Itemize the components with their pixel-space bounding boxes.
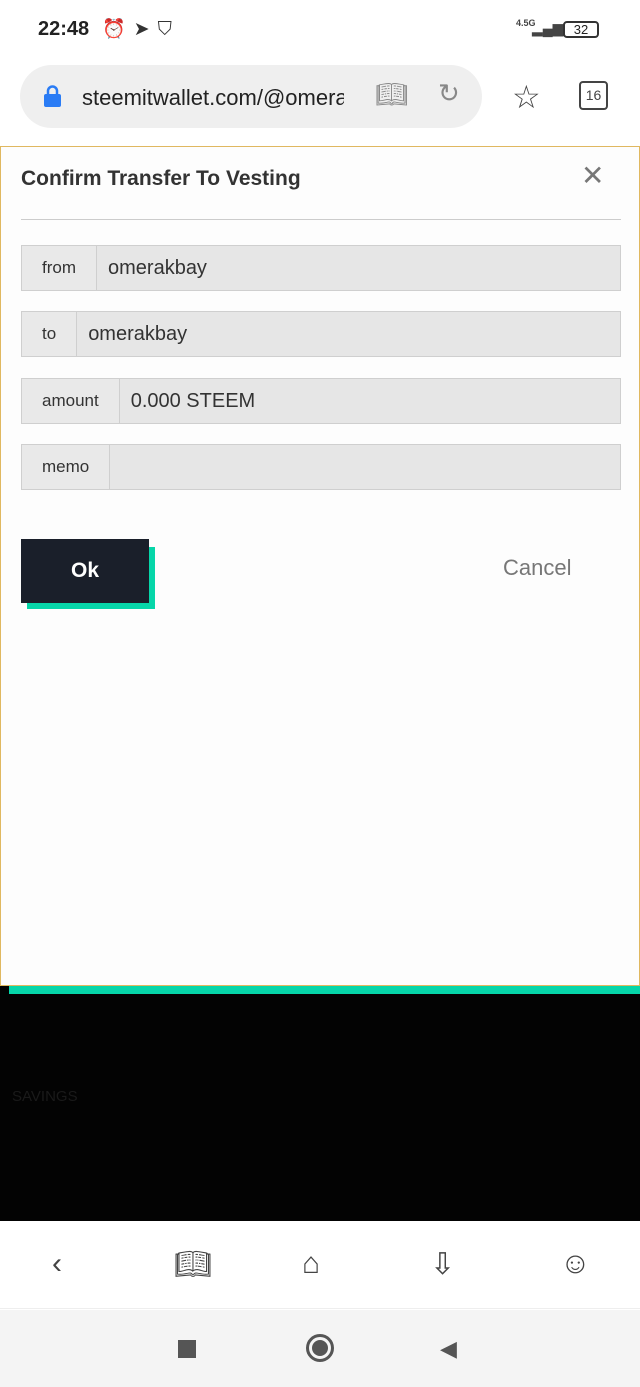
alarm-icon: ⏰: [102, 19, 134, 40]
confirm-transfer-dialog: Confirm Transfer To Vesting ✕ from omerak…: [0, 146, 640, 986]
accent-bar: [9, 986, 640, 994]
to-value: omerakbay: [88, 322, 188, 345]
memo-label: memo: [22, 445, 111, 489]
to-label: to: [22, 312, 78, 356]
address-bar[interactable]: steemitwallet.com/@omerakbay 📖︎ ↻: [20, 65, 482, 128]
back-icon[interactable]: ‹: [52, 1247, 62, 1281]
signal-icon: ▂▄▆: [532, 20, 564, 36]
downloads-icon[interactable]: ⇩: [430, 1247, 455, 1282]
shield-icon: ⛉: [157, 19, 180, 40]
lock-icon: [44, 85, 61, 107]
ok-button[interactable]: Ok: [21, 539, 149, 603]
savings-heading: SAVINGS: [12, 1088, 78, 1105]
home-button-icon[interactable]: [306, 1334, 334, 1362]
amount-label: amount: [22, 379, 120, 423]
from-label: from: [22, 246, 97, 290]
tab-count-button[interactable]: 16: [579, 81, 608, 110]
telegram-icon: ➤: [133, 19, 158, 40]
back-nav-icon[interactable]: ◀: [440, 1336, 457, 1362]
reader-mode-icon[interactable]: 📖︎: [375, 79, 408, 110]
amount-field: amount 0.000 STEEM: [21, 378, 621, 424]
notification-icons: ⏰➤⛉: [102, 17, 180, 41]
memo-value: [110, 445, 620, 489]
to-field: to omerakbay: [21, 311, 621, 357]
battery-indicator: 32: [563, 21, 599, 38]
star-icon[interactable]: ☆: [512, 78, 541, 116]
system-nav-bar: ◀: [0, 1310, 640, 1387]
browser-bottom-nav: ‹ 📖︎ ⌂ ⇩ ☺: [0, 1221, 640, 1309]
url-text[interactable]: steemitwallet.com/@omerakbay: [82, 85, 344, 111]
from-field: from omerakbay: [21, 245, 621, 291]
close-icon[interactable]: ✕: [581, 159, 604, 192]
bookmarks-icon[interactable]: 📖︎: [174, 1247, 212, 1282]
divider: [21, 219, 621, 220]
home-icon[interactable]: ⌂: [302, 1247, 320, 1281]
page-background: SAVINGS: [0, 985, 640, 1221]
amount-value: 0.000 STEEM: [130, 389, 256, 412]
recents-icon[interactable]: [178, 1340, 196, 1358]
from-value: omerakbay: [108, 256, 207, 279]
reload-icon[interactable]: ↻: [438, 78, 460, 109]
status-bar: 22:48 ⏰➤⛉ 4.5G ▂▄▆ 32: [0, 0, 640, 60]
cancel-button[interactable]: Cancel: [503, 555, 571, 581]
profile-icon[interactable]: ☺: [560, 1247, 591, 1281]
memo-field: memo: [21, 444, 621, 490]
ok-button-wrap: Ok: [21, 539, 155, 609]
dialog-title: Confirm Transfer To Vesting: [21, 167, 301, 190]
clock: 22:48: [38, 18, 90, 40]
